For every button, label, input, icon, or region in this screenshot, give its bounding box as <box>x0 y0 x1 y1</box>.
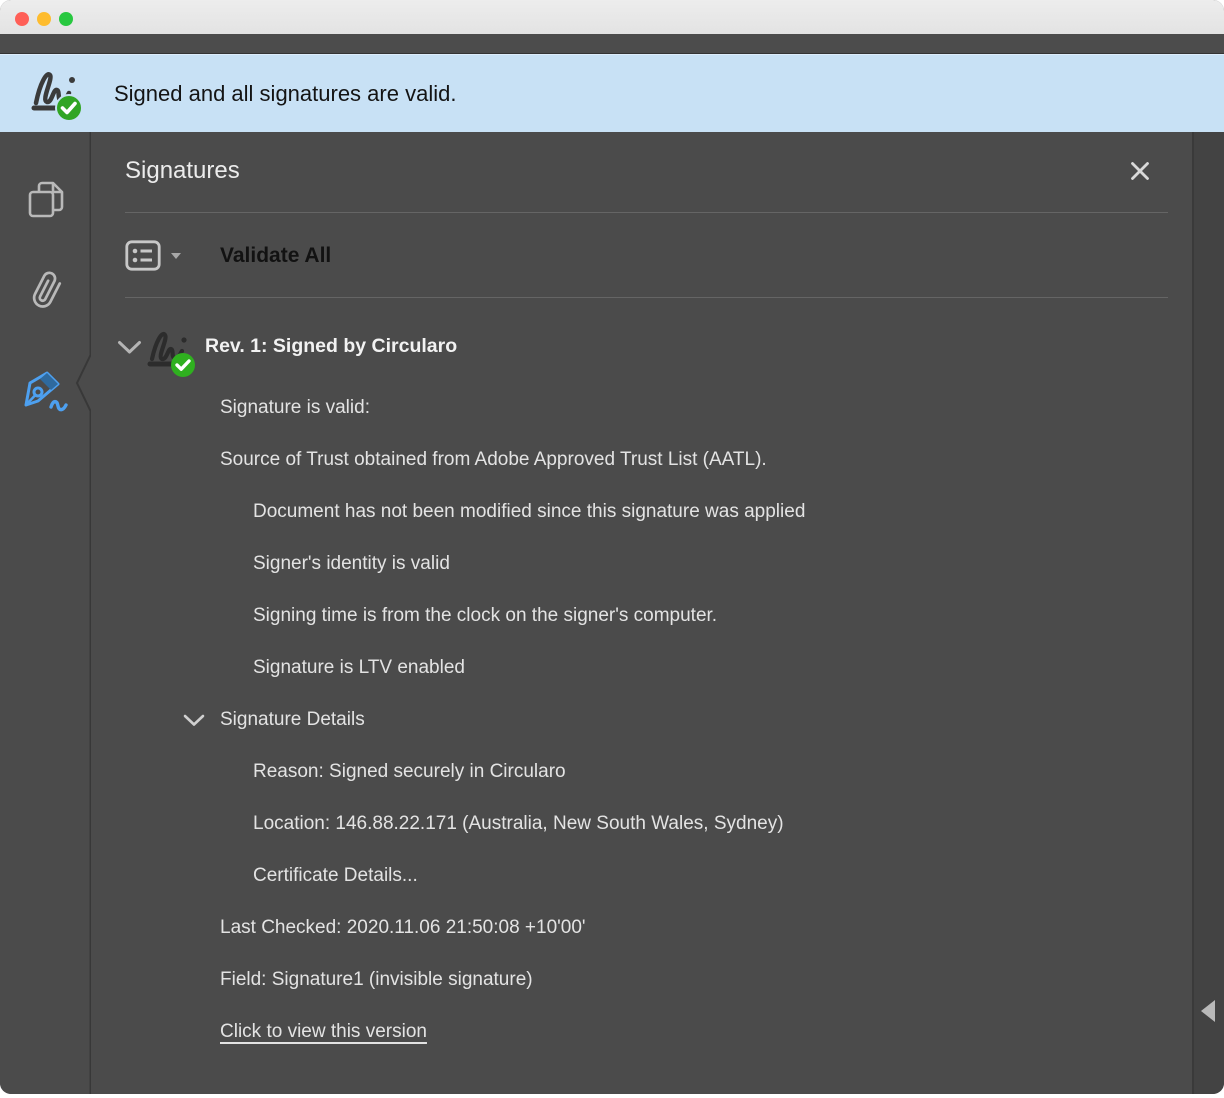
check-line: Signer's identity is valid <box>91 538 1194 590</box>
banner-message: Signed and all signatures are valid. <box>114 81 456 107</box>
signature-valid-icon <box>28 66 84 122</box>
validate-all-label: Validate All <box>220 244 331 268</box>
collapsed-toolbar-strip <box>0 34 1224 54</box>
close-window-button[interactable] <box>15 12 29 26</box>
check-line: Signature is LTV enabled <box>91 642 1194 694</box>
field-line: Field: Signature1 (invisible signature) <box>91 954 1194 1006</box>
certificate-details-item[interactable]: Certificate Details... <box>91 850 1194 902</box>
chevron-down-icon <box>183 714 205 727</box>
check-line: Document has not been modified since thi… <box>91 486 1194 538</box>
divider <box>125 212 1168 213</box>
caret-down-icon <box>170 252 182 260</box>
signatures-panel: Signatures Validate All <box>91 132 1194 1094</box>
status-line: Source of Trust obtained from Adobe Appr… <box>91 434 1194 486</box>
signed-revision-icon <box>145 328 199 378</box>
last-checked-line: Last Checked: 2020.11.06 21:50:08 +10'00… <box>91 902 1194 954</box>
signature-details-toggle[interactable]: Signature Details <box>91 694 1194 746</box>
close-panel-icon[interactable] <box>1128 159 1152 183</box>
signature-status-banner: Signed and all signatures are valid. <box>0 54 1224 133</box>
validate-all-button[interactable]: Validate All <box>125 240 331 271</box>
paperclip-icon <box>24 269 68 313</box>
panel-title: Signatures <box>125 157 240 185</box>
pen-icon <box>20 365 72 413</box>
check-line: Signing time is from the clock on the si… <box>91 590 1194 642</box>
validate-list-icon <box>125 240 161 271</box>
titlebar <box>0 0 1224 34</box>
view-version-link[interactable]: Click to view this version <box>220 1021 427 1043</box>
status-line: Signature is valid: <box>91 382 1194 434</box>
chevron-down-icon[interactable] <box>117 340 142 355</box>
panel-collapse-strip <box>1192 132 1224 1094</box>
collapse-panel-arrow-icon[interactable] <box>1201 1000 1215 1022</box>
pages-icon <box>26 177 66 221</box>
signature-revision-heading: Rev. 1: Signed by Circularo <box>205 335 457 358</box>
app-window: Signed and all signatures are valid. <box>0 0 1224 1094</box>
signature-detail-lines: Signature is valid: Source of Trust obta… <box>91 382 1194 1058</box>
signature-details-label: Signature Details <box>220 709 365 731</box>
minimize-window-button[interactable] <box>37 12 51 26</box>
detail-line: Location: 146.88.22.171 (Australia, New … <box>91 798 1194 850</box>
detail-line: Reason: Signed securely in Circularo <box>91 746 1194 798</box>
zoom-window-button[interactable] <box>59 12 73 26</box>
divider <box>125 297 1168 298</box>
view-version-line: Click to view this version <box>91 1006 1194 1058</box>
